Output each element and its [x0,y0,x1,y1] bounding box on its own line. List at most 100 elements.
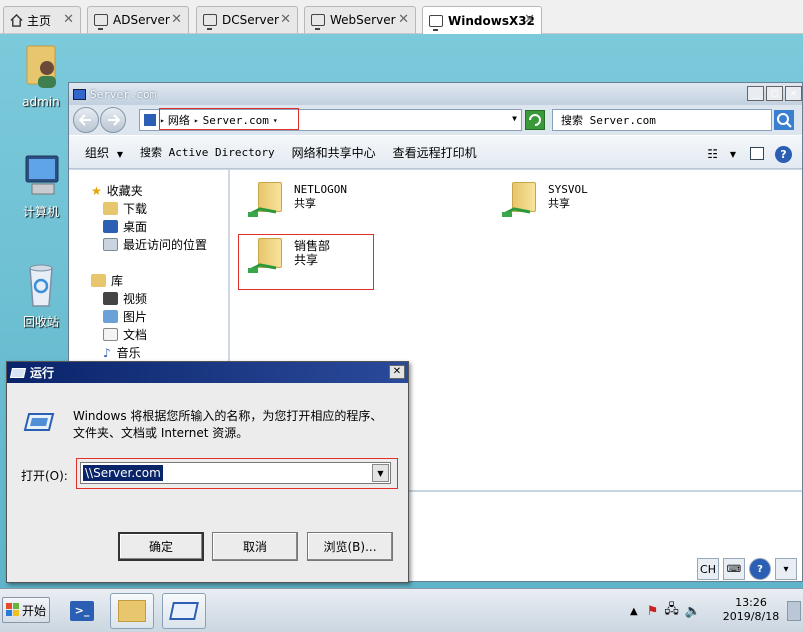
video-icon [103,292,118,305]
minimize-button[interactable]: _ [747,86,764,101]
start-button[interactable]: 开始 [2,597,50,623]
share-type: 共享 [548,197,570,210]
library-icon [91,274,106,287]
taskbar-run[interactable] [162,593,206,629]
language-indicator[interactable]: CH [697,558,719,580]
keyboard-icon[interactable]: ⌨ [723,558,745,580]
explorer-title-bar[interactable]: Server.com _ □ ✕ [69,83,802,105]
desktop-icon-computer[interactable]: 计算机 [9,152,73,220]
nav-music[interactable]: ♪ 音乐 [103,344,141,361]
tab-dcserver[interactable]: DCServer ✕ [196,6,298,33]
forward-button[interactable] [100,107,126,133]
chevron-down-icon: ▼ [116,149,123,159]
desktop-icon-label: 计算机 [22,205,59,219]
nav-label: 桌面 [123,220,148,234]
vm-icon [429,14,443,31]
tab-adserver[interactable]: ADServer ✕ [87,6,189,33]
desktop-icon-admin[interactable]: admin [9,42,73,109]
tab-home[interactable]: 主页 ✕ [3,6,81,33]
nav-recent[interactable]: 最近访问的位置 [103,236,207,253]
clock-date: 2019/8/18 [722,610,780,623]
show-desktop-button[interactable] [787,601,801,621]
run-description: Windows 将根据您所输入的名称，为您打开相应的程序、文件夹、文档或 Int… [73,409,383,440]
nav-pictures[interactable]: 图片 [103,308,147,325]
action-center-icon[interactable]: ⚑ [647,604,659,619]
share-item[interactable]: SYSVOL 共享 [502,178,588,218]
folder-icon [118,600,146,622]
help-icon[interactable]: ? [749,558,771,580]
nav-videos[interactable]: 视频 [103,290,147,307]
taskbar-powershell[interactable]: >_ [60,593,104,629]
close-icon[interactable]: ✕ [398,12,409,27]
taskbar-explorer[interactable] [110,593,154,629]
highlight-box [159,108,299,130]
network-center-button[interactable]: 网络和共享中心 [292,144,376,161]
command-bar: 组织 ▼ 搜索 Active Directory 网络和共享中心 查看远程打印机… [69,135,802,169]
home-icon [10,13,23,27]
address-history-dropdown[interactable]: ▼ [512,114,517,123]
nav-label: 收藏夹 [106,184,143,198]
highlight-box [238,234,374,290]
desktop-icon-label: 回收站 [22,315,59,329]
browse-button[interactable]: 浏览(B)... [307,532,393,561]
pictures-icon [103,310,118,323]
nav-desktop[interactable]: 桌面 [103,218,147,235]
show-hidden-icons[interactable]: ▲ [630,606,638,617]
explorer-title: Server.com [90,87,157,101]
desktop-icon-recycle-bin[interactable]: 回收站 [9,262,73,330]
close-button[interactable]: ✕ [785,86,802,101]
run-title-bar[interactable]: 运行 [7,362,408,383]
star-icon: ★ [91,183,102,198]
organize-menu[interactable]: 组织 ▼ [85,144,123,161]
nav-favorites[interactable]: ★ 收藏夹 [91,182,143,199]
tab-label: 主页 [27,13,52,28]
run-icon [9,367,27,378]
network-window-icon [73,88,86,100]
search-input[interactable]: 搜索 Server.com [552,109,772,131]
chevron-down-icon[interactable]: ▾ [775,558,797,580]
tab-label: DCServer [222,13,279,27]
clock[interactable]: 13:26 2019/8/18 [718,596,784,624]
nav-downloads[interactable]: 下载 [103,200,147,217]
tab-webserver[interactable]: WebServer ✕ [304,6,416,33]
desktop-icon [103,220,118,233]
tab-windowsx32[interactable]: WindowsX32 ✕ [422,6,542,34]
close-icon[interactable]: ✕ [63,12,74,27]
nav-libraries[interactable]: 库 [91,272,123,289]
maximize-button[interactable]: □ [766,86,783,101]
share-type: 共享 [294,197,316,210]
highlight-box [76,458,398,489]
network-tray-icon[interactable]: 🖧 [664,600,679,622]
share-name: NETLOGON [294,183,347,196]
ok-button[interactable]: 确定 [118,532,204,561]
cancel-button[interactable]: 取消 [212,532,298,561]
windows-logo-icon [5,603,19,616]
back-arrow-icon [79,114,91,126]
taskbar: 开始 >_ ▲ ⚑ 🖧 🔈 13:26 2019/8/18 [0,588,803,632]
help-icon[interactable]: ? [775,146,792,163]
vm-icon [311,14,325,30]
view-printers-button[interactable]: 查看远程打印机 [393,144,477,161]
user-folder-icon [26,45,56,88]
view-options-icon[interactable]: ☷ [707,147,718,161]
address-row: ▸ 网络 ▸ Server.com ▾ ▼ 搜索 Server.com [69,105,802,135]
volume-icon[interactable]: 🔈 [685,604,701,619]
search-button[interactable] [774,110,794,130]
back-button[interactable] [73,107,99,133]
close-icon[interactable]: ✕ [171,12,182,27]
address-bar[interactable]: ▸ 网络 ▸ Server.com ▾ ▼ [139,108,522,131]
run-dialog: 运行 ✕ Windows 将根据您所输入的名称，为您打开相应的程序、文件夹、文档… [6,361,409,583]
nav-documents[interactable]: 文档 [103,326,147,343]
share-name: SYSVOL [548,183,588,196]
share-item[interactable]: NETLOGON 共享 [248,178,347,218]
close-icon[interactable]: ✕ [280,12,291,27]
preview-pane-icon[interactable] [750,147,764,160]
chevron-down-icon[interactable]: ▼ [730,150,736,159]
explorer-bottom-toolbar: CH ⌨ ? ▾ [697,558,797,580]
music-icon: ♪ [103,345,111,360]
close-icon[interactable]: ✕ [524,12,535,27]
close-button[interactable]: ✕ [389,365,405,379]
search-ad-button[interactable]: 搜索 Active Directory [140,144,275,160]
refresh-button[interactable] [525,110,545,130]
desktop-icon-label: admin [22,95,60,109]
